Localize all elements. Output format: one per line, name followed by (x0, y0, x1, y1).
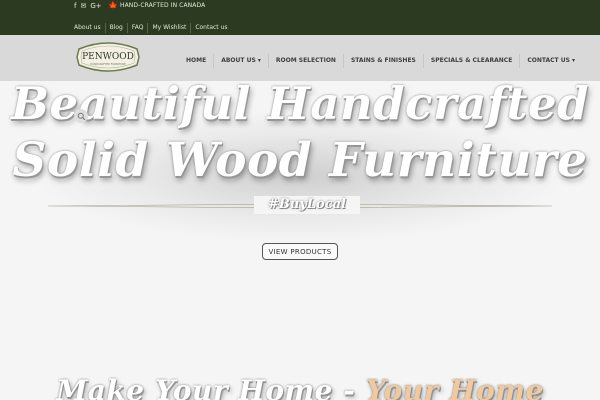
toplink-my-wishlist[interactable]: My Wishlist (148, 23, 192, 33)
hero-tagline-part1: Make Your Home - (56, 374, 366, 400)
hero-headline-line1: Beautiful Handcrafted (10, 81, 590, 130)
main-nav: HOME ABOUT US ▾ ROOM SELECTION STAINS & … (186, 54, 582, 68)
site-header: PENWOOD HANDCRAFTED FURNITURE HOME ABOUT… (0, 35, 600, 81)
nav-stains-finishes[interactable]: STAINS & FINISHES (342, 54, 423, 68)
nav-specials-clearance[interactable]: SPECIALS & CLEARANCE (422, 54, 519, 68)
maple-leaf-icon: 🍁 (108, 1, 118, 10)
buy-local-hashtag: #BuyLocal (254, 196, 360, 214)
email-icon[interactable]: ✉ (80, 1, 86, 11)
hero-headline-line2: Solid Wood Furniture (12, 133, 588, 188)
logo-tagline: HANDCRAFTED FURNITURE (90, 62, 126, 66)
nav-home[interactable]: HOME (186, 54, 213, 68)
toplink-contact-us[interactable]: Contact us (191, 23, 231, 33)
logo-text: PENWOOD (82, 52, 134, 62)
search-icon[interactable] (74, 109, 88, 123)
nav-contact-us[interactable]: CONTACT US ▾ (519, 54, 582, 68)
nav-room-selection[interactable]: ROOM SELECTION (267, 54, 343, 68)
google-plus-icon[interactable]: G+ (90, 1, 101, 11)
social-links: f ✉ G+ (74, 1, 102, 11)
facebook-icon[interactable]: f (74, 1, 76, 11)
hero-section: Beautiful Handcrafted Solid Wood Furnitu… (0, 81, 600, 400)
hero-tagline: Make Your Home - Your Home (0, 371, 600, 400)
toplink-faq[interactable]: FAQ (128, 23, 149, 33)
made-in-canada-text: HAND-CRAFTED IN CANADA (119, 2, 206, 9)
top-bar: f ✉ G+ 🍁 HAND-CRAFTED IN CANADA About us… (0, 0, 600, 35)
nav-about-us[interactable]: ABOUT US ▾ (213, 54, 268, 68)
penwood-logo[interactable]: PENWOOD HANDCRAFTED FURNITURE (73, 40, 143, 74)
toplink-blog[interactable]: Blog (106, 23, 128, 33)
hero-tagline-part2: Your Home (365, 374, 544, 400)
top-links: About us Blog FAQ My Wishlist Contact us (70, 23, 232, 33)
toplink-about-us[interactable]: About us (70, 23, 106, 33)
view-products-button[interactable]: VIEW PRODUCTS (262, 243, 338, 260)
made-in-canada: 🍁 HAND-CRAFTED IN CANADA (108, 1, 205, 11)
